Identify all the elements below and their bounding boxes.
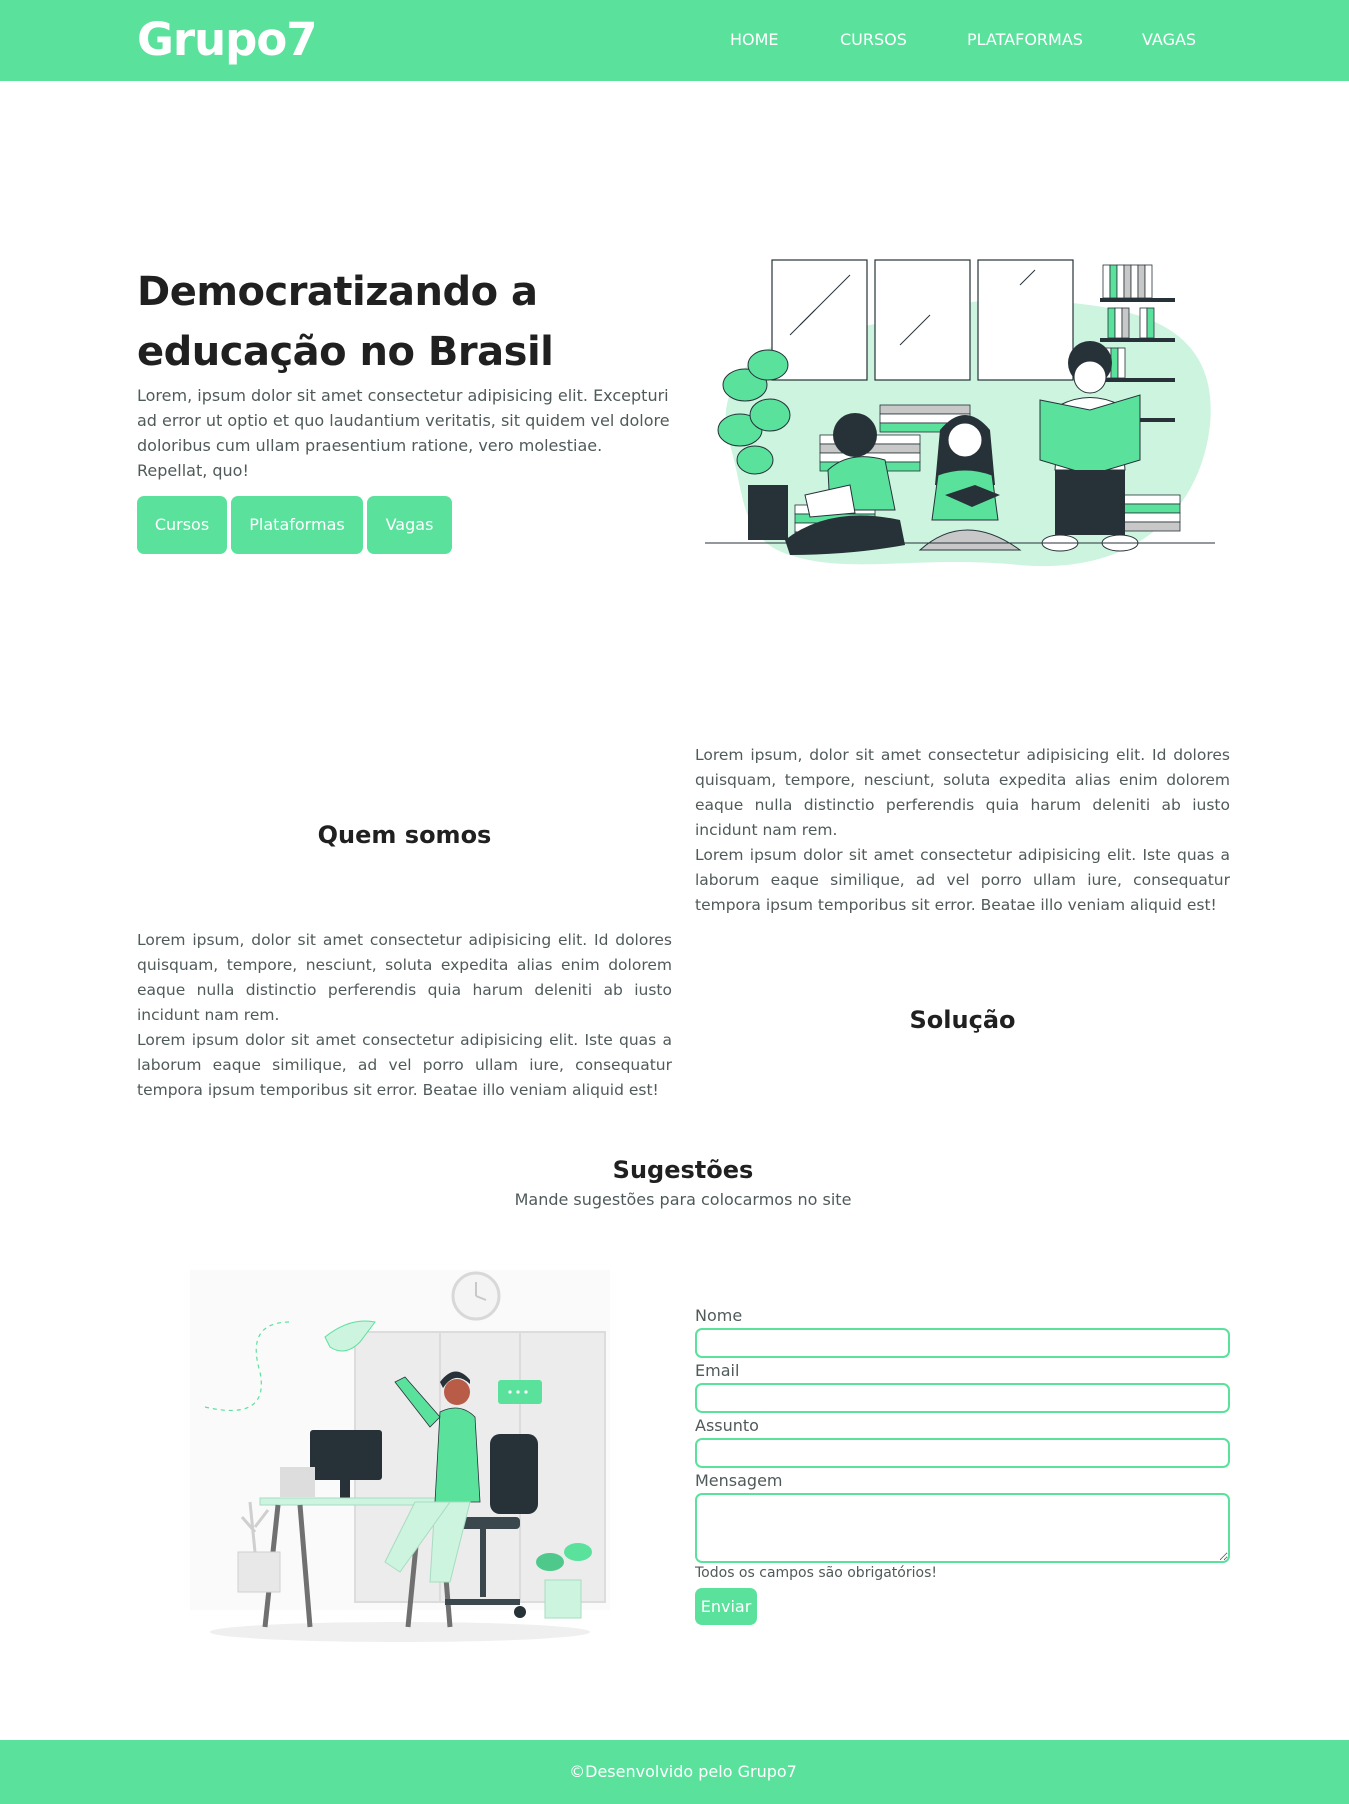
- footer-credit: ©Desenvolvido pelo Grupo7: [569, 1762, 797, 1781]
- plataformas-button[interactable]: Plataformas: [231, 496, 363, 554]
- support-agent-illustration: [190, 1270, 610, 1642]
- email-label: Email: [695, 1361, 740, 1380]
- required-fields-note: Todos os campos são obrigatórios!: [695, 1565, 937, 1581]
- mensagem-textarea[interactable]: [695, 1493, 1230, 1563]
- quem-somos-title: Quem somos: [317, 821, 492, 849]
- site-footer: ©Desenvolvido pelo Grupo7: [0, 1740, 1349, 1804]
- nav-cursos-link[interactable]: CURSOS: [840, 30, 907, 50]
- hero-description: Lorem, ipsum dolor sit amet consectetur …: [137, 386, 670, 480]
- brand-logo[interactable]: Grupo7: [137, 12, 318, 68]
- nav-home-link[interactable]: HOME: [730, 30, 779, 50]
- assunto-input[interactable]: [695, 1438, 1230, 1468]
- solucao-text: Lorem ipsum, dolor sit amet consectetur …: [695, 743, 1230, 918]
- assunto-label: Assunto: [695, 1416, 759, 1435]
- nome-input[interactable]: [695, 1328, 1230, 1358]
- enviar-button[interactable]: Enviar: [695, 1588, 757, 1625]
- quem-somos-paragraph-1: Lorem ipsum, dolor sit amet consectetur …: [137, 931, 672, 1024]
- solucao-paragraph-2: Lorem ipsum dolor sit amet consectetur a…: [695, 846, 1230, 914]
- vagas-button[interactable]: Vagas: [367, 496, 452, 554]
- quem-somos-text: Lorem ipsum, dolor sit amet consectetur …: [137, 928, 672, 1103]
- cursos-button[interactable]: Cursos: [137, 496, 227, 554]
- site-header: Grupo7 HOME CURSOS PLATAFORMAS VAGAS: [0, 0, 1349, 81]
- email-input[interactable]: [695, 1383, 1230, 1413]
- solucao-paragraph-1: Lorem ipsum, dolor sit amet consectetur …: [695, 746, 1230, 839]
- solucao-title: Solução: [909, 1006, 1016, 1034]
- nav-vagas-link[interactable]: VAGAS: [1142, 30, 1196, 50]
- sugestoes-title: Sugestões: [612, 1156, 754, 1184]
- sugestoes-subtitle: Mande sugestões para colocarmos no site: [514, 1190, 852, 1209]
- mensagem-label: Mensagem: [695, 1471, 783, 1490]
- quem-somos-paragraph-2: Lorem ipsum dolor sit amet consectetur a…: [137, 1031, 672, 1099]
- students-reading-illustration: [705, 259, 1215, 567]
- nome-label: Nome: [695, 1306, 743, 1325]
- hero-title: Democratizando a educação no Brasil: [137, 269, 554, 375]
- nav-plataformas-link[interactable]: PLATAFORMAS: [967, 30, 1083, 50]
